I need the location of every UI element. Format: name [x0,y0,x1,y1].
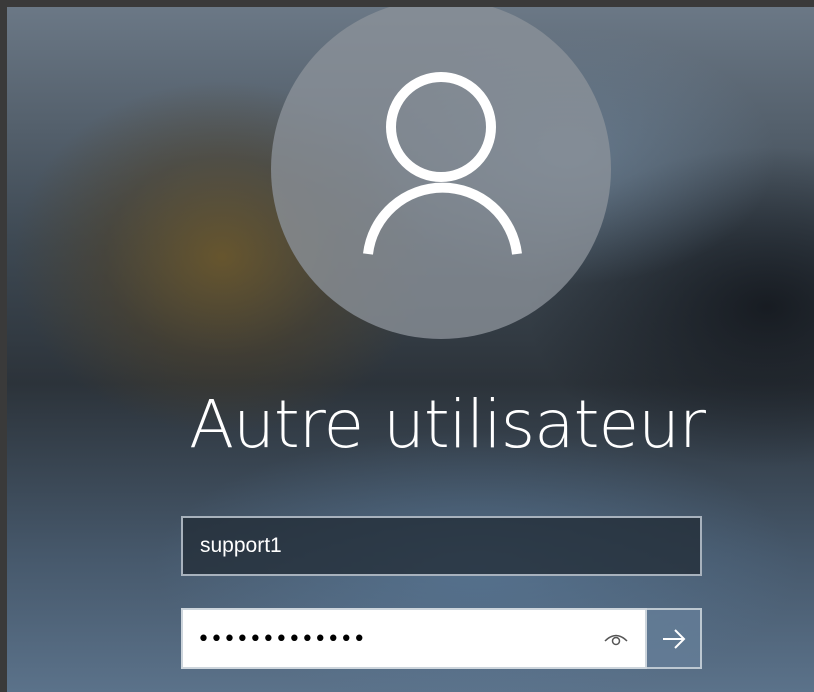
lock-screen: Autre utilisateur support1 ••••••••••••• [7,7,814,692]
password-input[interactable]: ••••••••••••• [181,608,647,669]
eye-icon[interactable] [602,626,630,650]
user-title: Autre utilisateur [188,386,706,463]
submit-button[interactable] [647,608,702,669]
arrow-right-icon [663,629,686,649]
user-avatar [271,7,611,339]
username-input[interactable]: support1 [181,516,702,576]
user-avatar-icon [363,72,522,255]
